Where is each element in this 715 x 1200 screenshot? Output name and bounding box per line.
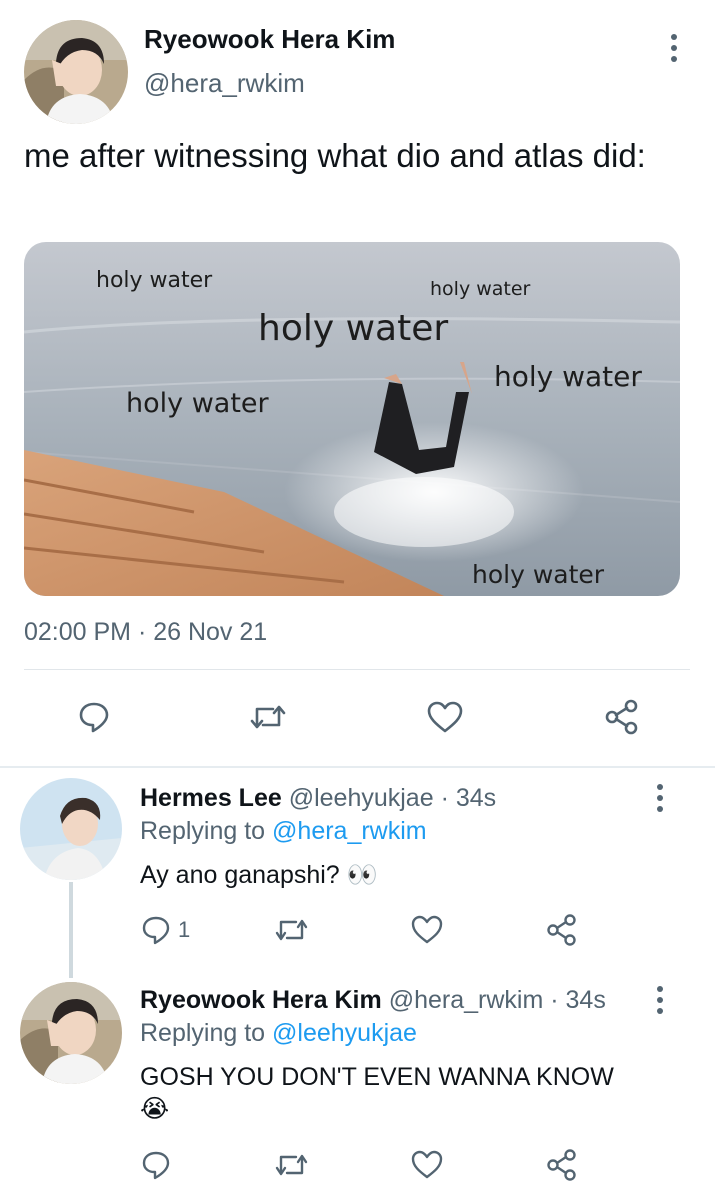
tweet-text: me after witnessing what dio and atlas d… <box>24 137 646 174</box>
share-icon <box>547 1149 576 1181</box>
replying-to: Replying to @hera_rwkim <box>140 817 427 846</box>
reply-author-handle[interactable]: @leehyukjae <box>289 784 434 812</box>
reply-avatar[interactable] <box>20 982 122 1084</box>
reply-button[interactable]: 1 <box>140 910 190 950</box>
reply-time: · 34s <box>550 986 606 1014</box>
heart-icon <box>411 915 443 944</box>
reply-header: Hermes Lee @leehyukjae · 34s <box>140 784 496 813</box>
retweet-icon <box>275 919 308 941</box>
replying-to-link[interactable]: @leehyukjae <box>272 1019 417 1047</box>
share-button[interactable] <box>545 910 579 950</box>
author-name[interactable]: Ryeowook Hera Kim <box>144 24 395 55</box>
replying-prefix: Replying to <box>140 1019 266 1047</box>
divider <box>24 669 690 670</box>
reply-avatar[interactable] <box>20 778 122 880</box>
more-vertical-icon[interactable] <box>648 784 672 824</box>
heart-icon <box>411 1150 443 1179</box>
retweet-button[interactable] <box>274 910 310 950</box>
reply-button[interactable] <box>140 1145 172 1185</box>
tweet-timestamp[interactable]: 02:00 PM · 26 Nov 21 <box>24 618 267 647</box>
reply-count: 1 <box>178 917 191 942</box>
reply-icon[interactable] <box>72 695 116 739</box>
media-label: holy water <box>258 308 449 349</box>
author-avatar[interactable] <box>24 20 128 124</box>
reply-author-handle[interactable]: @hera_rwkim <box>389 986 544 1014</box>
tweet-media-image[interactable]: holy water holy water holy water holy wa… <box>24 242 680 596</box>
more-vertical-icon[interactable] <box>648 986 672 1026</box>
reply-text: GOSH YOU DON'T EVEN WANNA KNOW <box>140 1063 614 1091</box>
thread-connector <box>69 882 73 978</box>
like-button[interactable] <box>410 910 444 950</box>
retweet-icon <box>275 1154 308 1176</box>
author-handle[interactable]: @hera_rwkim <box>144 68 305 99</box>
reply-emoji: 😭 <box>140 1095 170 1123</box>
reply-text: Ay ano ganapshi? 👀 <box>140 861 378 889</box>
retweet-button[interactable] <box>274 1145 310 1185</box>
reply-author-name[interactable]: Ryeowook Hera Kim <box>140 986 382 1014</box>
retweet-icon[interactable] <box>246 695 290 739</box>
media-label: holy water <box>126 388 269 419</box>
reply-icon <box>142 916 170 945</box>
reply-author-name[interactable]: Hermes Lee <box>140 784 282 812</box>
share-icon <box>547 914 576 946</box>
reply-time: · 34s <box>440 784 497 812</box>
like-button[interactable] <box>410 1145 444 1185</box>
media-label: holy water <box>430 278 531 300</box>
section-divider <box>0 766 715 768</box>
heart-icon[interactable] <box>423 695 467 739</box>
reply-header: Ryeowook Hera Kim @hera_rwkim · 34s <box>140 986 606 1015</box>
replying-to-link[interactable]: @hera_rwkim <box>272 817 427 845</box>
replying-to: Replying to @leehyukjae <box>140 1019 417 1048</box>
reply-icon <box>142 1151 170 1180</box>
media-label: holy water <box>472 560 605 589</box>
replying-prefix: Replying to <box>140 817 266 845</box>
share-icon[interactable] <box>600 695 644 739</box>
media-label: holy water <box>494 360 642 393</box>
more-vertical-icon[interactable] <box>662 34 686 74</box>
media-label: holy water <box>96 268 213 293</box>
share-button[interactable] <box>545 1145 579 1185</box>
